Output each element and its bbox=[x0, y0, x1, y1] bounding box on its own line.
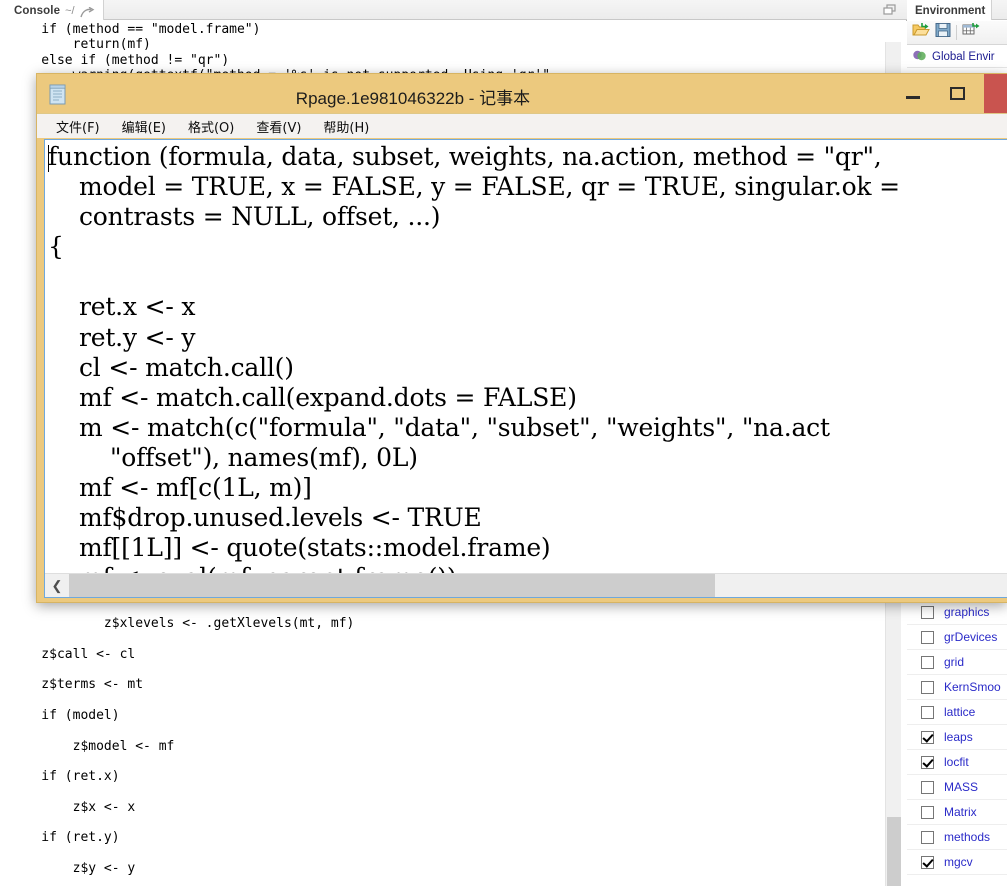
list-item[interactable]: lattice bbox=[907, 700, 1007, 725]
notepad-content: function (formula, data, subset, weights… bbox=[48, 142, 900, 573]
screen: Console ~/ if (method == "model.frame") bbox=[0, 0, 1007, 886]
list-item[interactable]: methods bbox=[907, 825, 1007, 850]
tab-environment[interactable]: Environment bbox=[907, 0, 993, 20]
console-line: if (ret.x) bbox=[10, 769, 120, 785]
console-titlebar: Console ~/ bbox=[0, 0, 907, 20]
package-name: graphics bbox=[944, 605, 990, 619]
console-line: z$terms <- mt bbox=[10, 677, 144, 693]
list-item[interactable]: grid bbox=[907, 650, 1007, 675]
list-item[interactable]: MASS bbox=[907, 775, 1007, 800]
chevron-left-icon[interactable]: ❮ bbox=[45, 574, 69, 597]
package-name: mgcv bbox=[944, 855, 973, 869]
list-item[interactable]: KernSmoo bbox=[907, 675, 1007, 700]
maximize-icon bbox=[950, 87, 965, 100]
environment-toolbar bbox=[907, 21, 1007, 45]
console-bottom-output: z$xlevels <- .getXlevels(mt, mf) z$call … bbox=[10, 601, 354, 886]
environment-scope-selector[interactable]: Global Envir bbox=[907, 46, 1007, 68]
package-name: grDevices bbox=[944, 630, 998, 644]
console-line: z$call <- cl bbox=[10, 646, 136, 662]
notepad-title: Rpage.1e981046322b - 记事本 bbox=[295, 89, 531, 108]
environment-scope-label: Global Envir bbox=[932, 50, 995, 63]
list-item[interactable]: leaps bbox=[907, 725, 1007, 750]
list-item[interactable]: locfit bbox=[907, 750, 1007, 775]
environment-titlebar: Environment bbox=[907, 0, 1007, 20]
notepad-horizontal-scrollbar[interactable]: ❮ bbox=[45, 573, 1007, 597]
tab-console[interactable]: Console ~/ bbox=[0, 0, 104, 20]
package-name: lattice bbox=[944, 705, 976, 719]
notepad-textarea[interactable]: function (formula, data, subset, weights… bbox=[45, 140, 1007, 573]
console-line: z$x <- x bbox=[10, 799, 136, 815]
package-checkbox[interactable] bbox=[921, 680, 934, 694]
package-name: locfit bbox=[944, 755, 969, 769]
maximize-button[interactable] bbox=[935, 74, 980, 113]
import-dataset-icon[interactable] bbox=[962, 22, 980, 43]
package-checkbox[interactable] bbox=[921, 830, 934, 844]
minimize-button[interactable] bbox=[890, 74, 935, 113]
share-arrow-icon[interactable] bbox=[79, 6, 95, 18]
restore-window-icon[interactable] bbox=[881, 3, 901, 17]
menu-help[interactable]: 帮助(H) bbox=[312, 114, 380, 139]
menu-file[interactable]: 文件(F) bbox=[45, 114, 111, 139]
menu-format[interactable]: 格式(O) bbox=[177, 114, 245, 139]
package-name: grid bbox=[944, 655, 965, 669]
globe-venn-icon bbox=[912, 48, 927, 65]
toolbar-separator bbox=[956, 25, 957, 40]
close-button[interactable] bbox=[984, 74, 1007, 113]
package-checkbox[interactable] bbox=[921, 855, 934, 869]
package-name: leaps bbox=[944, 730, 973, 744]
packages-list: graphics grDevices grid KernSmoo lattice… bbox=[907, 600, 1007, 875]
text-caret bbox=[48, 145, 49, 172]
list-item[interactable]: mgcv bbox=[907, 850, 1007, 875]
console-line: z$xlevels <- .getXlevels(mt, mf) bbox=[72, 616, 355, 632]
package-name: Matrix bbox=[944, 805, 977, 819]
console-working-directory: ~/ bbox=[65, 5, 75, 17]
console-line: if (model) bbox=[10, 708, 120, 724]
package-checkbox[interactable] bbox=[921, 755, 934, 769]
menu-view[interactable]: 查看(V) bbox=[245, 114, 312, 139]
list-item[interactable]: Matrix bbox=[907, 800, 1007, 825]
save-workspace-icon[interactable] bbox=[935, 22, 951, 43]
notepad-titlebar[interactable]: Rpage.1e981046322b - 记事本 bbox=[37, 74, 1007, 113]
scroll-track[interactable] bbox=[69, 574, 1007, 597]
package-checkbox[interactable] bbox=[921, 705, 934, 719]
console-line: z$y <- y bbox=[10, 861, 136, 877]
package-checkbox[interactable] bbox=[921, 805, 934, 819]
package-name: KernSmoo bbox=[944, 680, 1001, 694]
console-line: z$model <- mf bbox=[10, 738, 175, 754]
package-checkbox[interactable] bbox=[921, 655, 934, 669]
list-item[interactable]: grDevices bbox=[907, 625, 1007, 650]
package-checkbox[interactable] bbox=[921, 730, 934, 744]
load-workspace-icon[interactable] bbox=[912, 22, 930, 43]
list-item[interactable]: graphics bbox=[907, 600, 1007, 625]
package-name: MASS bbox=[944, 780, 979, 794]
notepad-client-area: function (formula, data, subset, weights… bbox=[44, 139, 1007, 598]
menu-edit[interactable]: 编辑(E) bbox=[111, 114, 177, 139]
console-tab-label: Console bbox=[14, 5, 61, 17]
minimize-icon bbox=[905, 95, 920, 99]
environment-tab-label: Environment bbox=[915, 5, 986, 17]
package-checkbox[interactable] bbox=[921, 780, 934, 794]
package-name: methods bbox=[944, 830, 991, 844]
package-checkbox[interactable] bbox=[921, 605, 934, 619]
notepad-menubar: 文件(F) 编辑(E) 格式(O) 查看(V) 帮助(H) bbox=[37, 113, 1007, 138]
package-checkbox[interactable] bbox=[921, 630, 934, 644]
console-scroll-thumb[interactable] bbox=[887, 817, 901, 886]
notepad-window: Rpage.1e981046322b - 记事本 文件(F) 编辑(E) 格式(… bbox=[36, 73, 1007, 603]
scroll-thumb[interactable] bbox=[69, 574, 715, 597]
console-line: if (ret.y) bbox=[10, 830, 120, 846]
